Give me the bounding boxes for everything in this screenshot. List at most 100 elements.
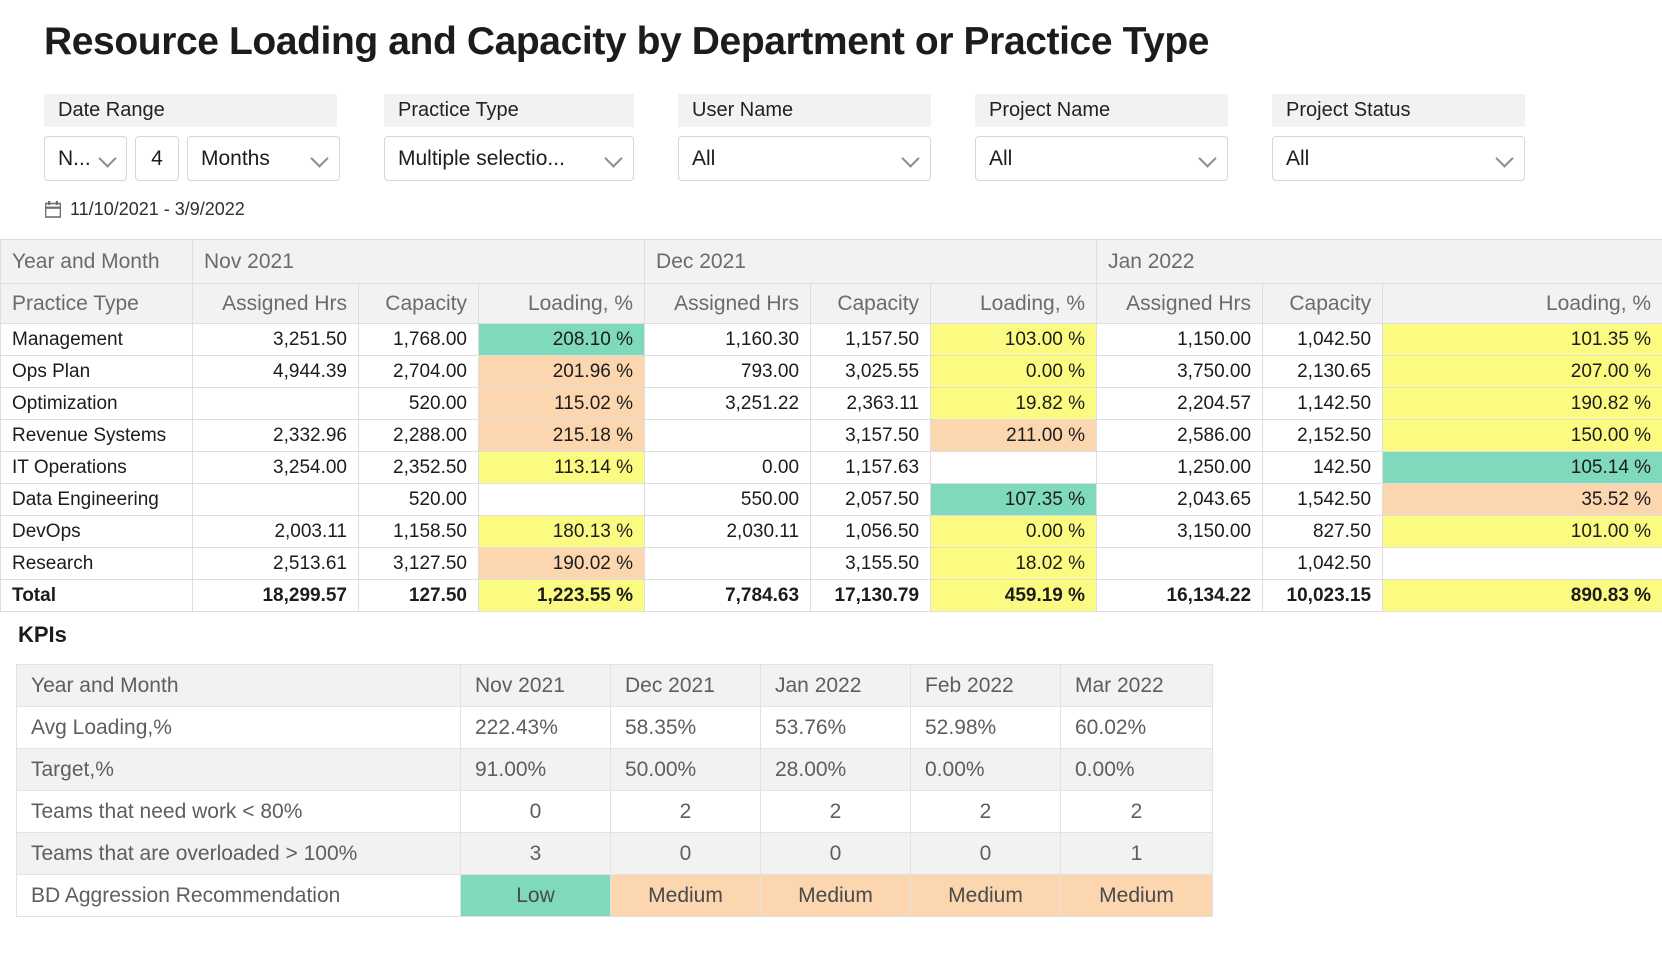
table-row: IT Operations 3,254.00 2,352.50 113.14 % 0.0…	[0, 451, 1662, 484]
row-label: IT Operations	[0, 451, 193, 484]
header-assigned-hrs-jan: Assigned Hrs	[1096, 283, 1264, 324]
cell-assigned-hrs: 2,043.65	[1096, 483, 1264, 516]
kpi-cell: 0	[910, 832, 1061, 875]
kpi-row-label: Target,%	[16, 748, 461, 791]
date-range-unit-dropdown[interactable]: Months	[187, 136, 340, 181]
kpi-cell: Low	[460, 874, 611, 917]
calendar-icon	[45, 201, 61, 218]
chevron-down-icon	[312, 150, 329, 167]
cell-assigned-hrs: 18,299.57	[192, 579, 359, 612]
cell-capacity: 1,042.50	[1262, 323, 1384, 356]
cell-capacity: 1,768.00	[358, 323, 479, 356]
page-title: Resource Loading and Capacity by Departm…	[44, 20, 1210, 63]
kpis-row: Teams that need work < 80% 0 2 2 2 2	[16, 790, 1213, 833]
kpi-cell: 2	[1060, 790, 1213, 833]
date-range-start-dropdown[interactable]: N...	[44, 136, 127, 181]
filter-group-project-name: Project Name All	[975, 94, 1228, 181]
cell-loading-pct: 180.13 %	[477, 515, 646, 548]
cell-capacity: 2,288.00	[358, 419, 479, 452]
kpis-header-feb-2022: Feb 2022	[910, 664, 1061, 707]
kpis-header-dec-2021: Dec 2021	[610, 664, 761, 707]
kpis-header-nov-2021: Nov 2021	[460, 664, 611, 707]
kpis-header-mar-2022: Mar 2022	[1060, 664, 1213, 707]
date-range-unit-value: Months	[201, 146, 270, 170]
cell-assigned-hrs	[192, 483, 359, 516]
header-capacity-dec: Capacity	[810, 283, 932, 324]
filter-group-project-status: Project Status All	[1272, 94, 1525, 181]
cell-loading-pct: 211.00 %	[930, 419, 1098, 452]
kpi-cell: 0	[460, 790, 611, 833]
date-range-count-value: 4	[151, 146, 163, 170]
cell-loading-pct: 105.14 %	[1382, 451, 1662, 484]
cell-loading-pct: 101.00 %	[1382, 515, 1662, 548]
cell-assigned-hrs: 3,750.00	[1096, 355, 1264, 388]
header-practice-type: Practice Type	[0, 283, 193, 324]
kpis-row: BD Aggression Recommendation Low Medium Med…	[16, 874, 1213, 917]
cell-loading-pct: 35.52 %	[1382, 483, 1662, 516]
kpi-cell: Medium	[910, 874, 1061, 917]
header-capacity-nov: Capacity	[358, 283, 479, 324]
kpi-row-label: Avg Loading,%	[16, 706, 461, 749]
cell-capacity: 520.00	[358, 387, 479, 420]
header-month-jan-2022: Jan 2022	[1096, 239, 1662, 284]
cell-loading-pct: 1,223.55 %	[477, 579, 646, 612]
table-row: Total 18,299.57 127.50 1,223.55 % 7,784.63 17…	[0, 579, 1662, 612]
cell-capacity: 2,057.50	[810, 483, 932, 516]
cell-assigned-hrs: 0.00	[644, 451, 812, 484]
chevron-down-icon	[1200, 150, 1217, 167]
header-loading-pct-nov: Loading, %	[477, 283, 646, 324]
filter-label-user-name: User Name	[678, 94, 931, 127]
cell-capacity: 1,157.63	[810, 451, 932, 484]
kpi-cell: 0	[760, 832, 911, 875]
kpis-table-body: Avg Loading,% 222.43% 58.35% 53.76% 52.98% 60…	[16, 706, 1213, 917]
practice-type-dropdown[interactable]: Multiple selectio...	[384, 136, 634, 181]
table-head: Year and Month Nov 2021 Dec 2021 Jan 202…	[0, 239, 1662, 324]
kpi-cell: 50.00%	[610, 748, 761, 791]
project-status-dropdown[interactable]: All	[1272, 136, 1525, 181]
cell-loading-pct: 190.02 %	[477, 547, 646, 580]
kpi-row-label: BD Aggression Recommendation	[16, 874, 461, 917]
cell-capacity: 2,363.11	[810, 387, 932, 420]
row-label: Revenue Systems	[0, 419, 193, 452]
cell-capacity: 1,042.50	[1262, 547, 1384, 580]
date-range-count-input[interactable]: 4	[135, 136, 179, 181]
header-year-and-month: Year and Month	[0, 239, 193, 284]
dashboard-page: Resource Loading and Capacity by Departm…	[0, 0, 1662, 976]
cell-capacity: 1,158.50	[358, 515, 479, 548]
table-row: Revenue Systems 2,332.96 2,288.00 215.18 % 3…	[0, 419, 1662, 452]
kpi-cell: 2	[910, 790, 1061, 833]
row-label: DevOps	[0, 515, 193, 548]
cell-loading-pct: 215.18 %	[477, 419, 646, 452]
filter-group-user-name: User Name All	[678, 94, 931, 181]
kpis-section-title: KPIs	[18, 622, 67, 647]
kpi-row-label: Teams that need work < 80%	[16, 790, 461, 833]
kpis-row: Avg Loading,% 222.43% 58.35% 53.76% 52.98% 60…	[16, 706, 1213, 749]
kpi-cell: 52.98%	[910, 706, 1061, 749]
filter-label-project-name: Project Name	[975, 94, 1228, 127]
cell-assigned-hrs: 3,254.00	[192, 451, 359, 484]
table-row: DevOps 2,003.11 1,158.50 180.13 % 2,030.11 1,…	[0, 515, 1662, 548]
cell-capacity: 520.00	[358, 483, 479, 516]
cell-assigned-hrs: 550.00	[644, 483, 812, 516]
table-body: Management 3,251.50 1,768.00 208.10 % 1,160.…	[0, 323, 1662, 612]
project-name-dropdown[interactable]: All	[975, 136, 1228, 181]
row-label: Research	[0, 547, 193, 580]
cell-loading-pct: 19.82 %	[930, 387, 1098, 420]
cell-assigned-hrs: 3,150.00	[1096, 515, 1264, 548]
user-name-dropdown[interactable]: All	[678, 136, 931, 181]
date-range-caption: 11/10/2021 - 3/9/2022	[45, 199, 245, 220]
header-assigned-hrs-dec: Assigned Hrs	[644, 283, 812, 324]
cell-capacity: 1,142.50	[1262, 387, 1384, 420]
kpi-cell: 2	[760, 790, 911, 833]
chevron-down-icon	[606, 150, 623, 167]
chevron-down-icon	[903, 150, 920, 167]
kpi-cell: Medium	[610, 874, 761, 917]
chevron-down-icon	[100, 150, 117, 167]
cell-assigned-hrs: 3,251.50	[192, 323, 359, 356]
cell-assigned-hrs: 2,586.00	[1096, 419, 1264, 452]
cell-capacity: 2,704.00	[358, 355, 479, 388]
header-assigned-hrs-nov: Assigned Hrs	[192, 283, 359, 324]
cell-loading-pct: 113.14 %	[477, 451, 646, 484]
table-header-months-row: Year and Month Nov 2021 Dec 2021 Jan 202…	[0, 239, 1662, 284]
cell-assigned-hrs: 1,150.00	[1096, 323, 1264, 356]
